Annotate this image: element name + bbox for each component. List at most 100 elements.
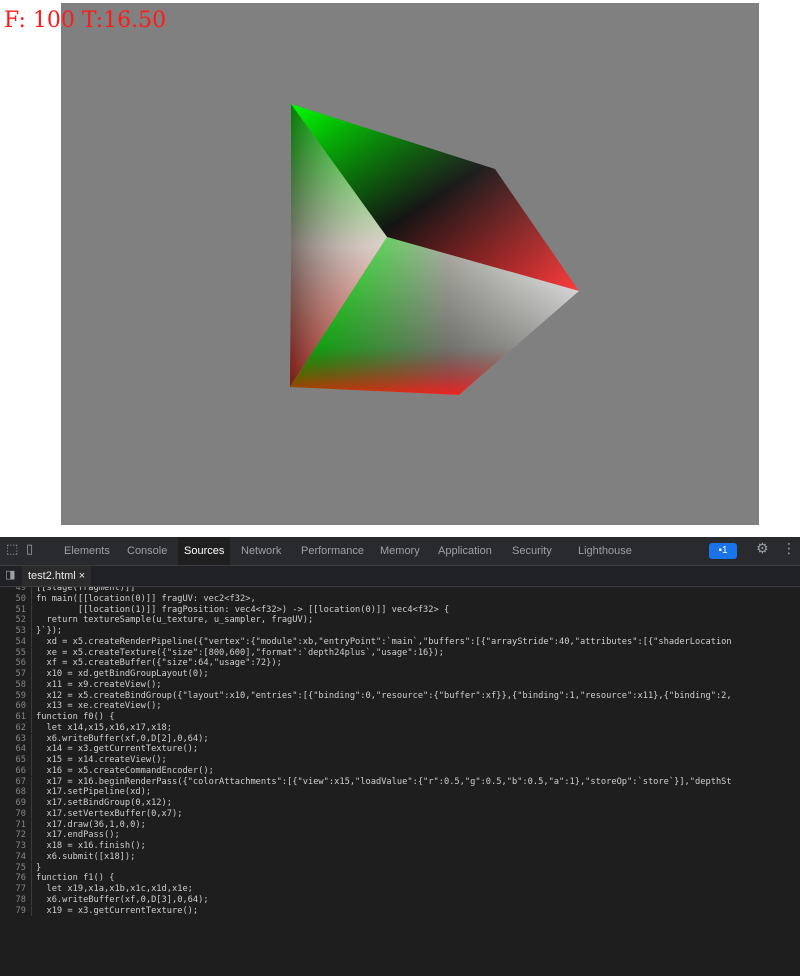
code-line[interactable]: 54 xd = x5.createRenderPipeline({"vertex… bbox=[0, 636, 732, 648]
tab-security[interactable]: Security bbox=[512, 537, 552, 565]
settings-gear-icon[interactable]: ⚙ bbox=[756, 541, 769, 557]
code-text: } bbox=[36, 862, 42, 873]
code-text: xd = x5.createRenderPipeline({"vertex":{… bbox=[36, 636, 732, 647]
line-number[interactable]: 78 bbox=[0, 894, 32, 906]
more-options-icon[interactable]: ⋮ bbox=[782, 541, 796, 557]
webgpu-canvas[interactable] bbox=[61, 3, 759, 525]
code-line[interactable]: 78 x6.writeBuffer(xf,0,D[3],0,64); bbox=[0, 894, 209, 906]
inspect-element-icon[interactable]: ⬚ bbox=[6, 542, 18, 557]
code-line[interactable]: 50 fn main([[location(0)]] fragUV: vec2<f… bbox=[0, 593, 256, 605]
code-text: x17.endPass(); bbox=[36, 830, 120, 841]
issues-badge[interactable]: ▪1 bbox=[709, 543, 737, 559]
code-line[interactable]: 75} bbox=[0, 862, 42, 874]
device-toolbar-icon[interactable]: ▯ bbox=[26, 542, 33, 557]
line-number[interactable]: 73 bbox=[0, 841, 32, 852]
code-text: x12 = x5.createBindGroup({"layout":x10,"… bbox=[36, 690, 732, 701]
code-text: let x19,x1a,x1b,x1c,x1d,x1e; bbox=[36, 884, 193, 894]
code-line[interactable]: 63 x6.writeBuffer(xf,0,D[2],0,64); bbox=[0, 733, 209, 745]
code-text: x10 = xd.getBindGroupLayout(0); bbox=[36, 669, 209, 679]
code-line[interactable]: 66 x16 = x5.createCommandEncoder(); bbox=[0, 765, 214, 777]
code-text: xf = x5.createBuffer({"size":64,"usage":… bbox=[36, 658, 282, 669]
line-number[interactable]: 50 bbox=[0, 593, 32, 605]
code-text: x17 = x16.beginRenderPass({"colorAttachm… bbox=[36, 776, 732, 787]
line-number[interactable]: 61 bbox=[0, 712, 32, 723]
tab-sources[interactable]: Sources bbox=[178, 537, 231, 565]
code-line[interactable]: 70 x17.setVertexBuffer(0,x7); bbox=[0, 808, 182, 820]
code-line[interactable]: 53}`}); bbox=[0, 626, 62, 637]
tab-application[interactable]: Application bbox=[438, 537, 492, 565]
line-number[interactable]: 66 bbox=[0, 765, 32, 777]
code-line[interactable]: 76 function f1() { bbox=[0, 873, 114, 884]
line-number[interactable]: 77 bbox=[0, 884, 32, 895]
code-line[interactable]: 72 x17.endPass(); bbox=[0, 830, 120, 841]
devtools-panel: ⬚ ▯ Elements Console Sources Network Per… bbox=[0, 537, 800, 976]
code-text: x17.draw(36,1,0,0); bbox=[36, 819, 146, 830]
code-text: x15 = x14.createView(); bbox=[36, 755, 167, 765]
code-line[interactable]: 69 x17.setBindGroup(0,x12); bbox=[0, 798, 172, 809]
line-number[interactable]: 67 bbox=[0, 776, 32, 788]
code-line[interactable]: 57 x10 = xd.getBindGroupLayout(0); bbox=[0, 669, 209, 680]
line-number[interactable]: 49 bbox=[0, 587, 32, 594]
code-line[interactable]: 49 [[stage(fragment)]] bbox=[0, 587, 135, 594]
line-number[interactable]: 64 bbox=[0, 744, 32, 755]
toggle-navigator-icon[interactable]: ◨ bbox=[5, 568, 15, 581]
code-text: function f1() { bbox=[36, 873, 115, 884]
line-number[interactable]: 56 bbox=[0, 658, 32, 669]
code-line[interactable]: 58 x11 = x9.createView(); bbox=[0, 679, 162, 691]
code-line[interactable]: 73 x18 = x16.finish(); bbox=[0, 841, 146, 852]
line-number[interactable]: 74 bbox=[0, 851, 32, 863]
line-number[interactable]: 51 bbox=[0, 604, 32, 616]
code-line[interactable]: 71 x17.draw(36,1,0,0); bbox=[0, 819, 146, 831]
code-line[interactable]: 65 x15 = x14.createView(); bbox=[0, 755, 167, 766]
code-line[interactable]: 74 x6.submit([x18]); bbox=[0, 851, 136, 863]
line-number[interactable]: 52 bbox=[0, 615, 32, 626]
code-text: fn main([[location(0)]] fragUV: vec2<f32… bbox=[36, 593, 256, 604]
line-number[interactable]: 58 bbox=[0, 679, 32, 691]
code-text: let x14,x15,x16,x17,x18; bbox=[36, 722, 172, 733]
tab-performance[interactable]: Performance bbox=[301, 537, 364, 565]
code-line[interactable]: 56 xf = x5.createBuffer({"size":64,"usag… bbox=[0, 658, 282, 669]
line-number[interactable]: 55 bbox=[0, 647, 32, 659]
line-number[interactable]: 79 bbox=[0, 905, 32, 917]
code-line[interactable]: 51 [[location(1)]] fragPosition: vec4<f3… bbox=[0, 604, 450, 616]
line-number[interactable]: 60 bbox=[0, 701, 32, 712]
code-line[interactable]: 79 x19 = x3.getCurrentTexture(); bbox=[0, 905, 198, 917]
tab-elements[interactable]: Elements bbox=[64, 537, 110, 565]
line-number[interactable]: 62 bbox=[0, 722, 32, 734]
code-text: [[stage(fragment)]] bbox=[36, 587, 136, 593]
line-number[interactable]: 70 bbox=[0, 808, 32, 820]
line-number[interactable]: 54 bbox=[0, 636, 32, 648]
tab-network[interactable]: Network bbox=[241, 537, 281, 565]
code-line[interactable]: 59 x12 = x5.createBindGroup({"layout":x1… bbox=[0, 690, 732, 702]
line-number[interactable]: 63 bbox=[0, 733, 32, 745]
code-line[interactable]: 61 function f0() { bbox=[0, 712, 114, 723]
code-line[interactable]: 64 x14 = x3.getCurrentTexture(); bbox=[0, 744, 198, 755]
line-number[interactable]: 57 bbox=[0, 669, 32, 680]
line-number[interactable]: 75 bbox=[0, 862, 32, 874]
code-editor[interactable]: 49 [[stage(fragment)]] 50 fn main([[locatio… bbox=[0, 587, 800, 976]
tab-lighthouse[interactable]: Lighthouse bbox=[578, 537, 632, 565]
line-number[interactable]: 72 bbox=[0, 830, 32, 841]
line-number[interactable]: 71 bbox=[0, 819, 32, 831]
tab-console[interactable]: Console bbox=[127, 537, 167, 565]
code-line[interactable]: 52 return textureSample(u_texture, u_sam… bbox=[0, 615, 313, 626]
code-text: x17.setBindGroup(0,x12); bbox=[36, 798, 172, 808]
code-text: [[location(1)]] fragPosition: vec4<f32>)… bbox=[36, 604, 450, 615]
line-number[interactable]: 76 bbox=[0, 873, 32, 884]
line-number[interactable]: 65 bbox=[0, 755, 32, 766]
devtools-toolbar: ⬚ ▯ Elements Console Sources Network Per… bbox=[0, 537, 800, 566]
code-line[interactable]: 55 xe = x5.createTexture({"size":[800,60… bbox=[0, 647, 444, 659]
line-number[interactable]: 53 bbox=[0, 626, 32, 637]
file-tab-test2[interactable]: test2.html × bbox=[22, 566, 92, 586]
code-line[interactable]: 77 let x19,x1a,x1b,x1c,x1d,x1e; bbox=[0, 884, 193, 895]
tab-memory[interactable]: Memory bbox=[380, 537, 420, 565]
line-number[interactable]: 69 bbox=[0, 798, 32, 809]
code-line[interactable]: 68 x17.setPipeline(xd); bbox=[0, 787, 151, 798]
code-text: x6.submit([x18]); bbox=[36, 851, 136, 862]
code-line[interactable]: 62 let x14,x15,x16,x17,x18; bbox=[0, 722, 172, 734]
line-number[interactable]: 59 bbox=[0, 690, 32, 702]
open-files-bar: ◨ test2.html × bbox=[0, 566, 800, 587]
code-line[interactable]: 60 x13 = xe.createView(); bbox=[0, 701, 162, 712]
line-number[interactable]: 68 bbox=[0, 787, 32, 798]
code-line[interactable]: 67 x17 = x16.beginRenderPass({"colorAtta… bbox=[0, 776, 732, 788]
